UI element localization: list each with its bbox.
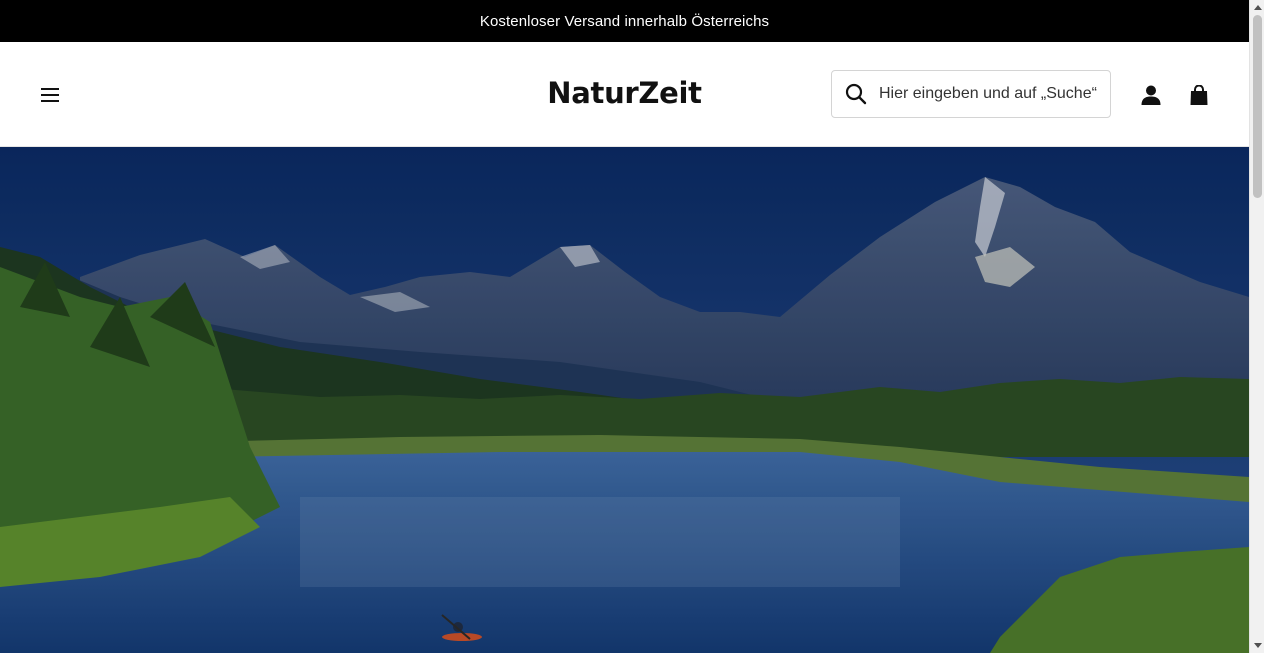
logo-text: NaturZeit [547,76,702,110]
user-icon [1141,85,1161,105]
cart-button[interactable] [1186,82,1212,108]
hero-banner [0,147,1249,653]
search-box[interactable] [831,70,1111,118]
announcement-text: Kostenloser Versand innerhalb Österreich… [479,12,770,30]
announcement-bar: Kostenloser Versand innerhalb Österreich… [0,0,1249,42]
scrollbar-thumb[interactable] [1253,15,1262,198]
account-button[interactable] [1138,82,1164,108]
shopping-bag-icon [1190,85,1208,105]
search-input[interactable] [879,85,1101,103]
scroll-down-arrow-icon[interactable] [1250,638,1264,653]
search-icon[interactable] [845,83,867,105]
hero-landscape-image [0,147,1249,653]
site-header: NaturZeit [0,42,1249,147]
scroll-up-arrow-icon[interactable] [1250,0,1264,15]
page-scrollbar[interactable] [1249,0,1264,653]
